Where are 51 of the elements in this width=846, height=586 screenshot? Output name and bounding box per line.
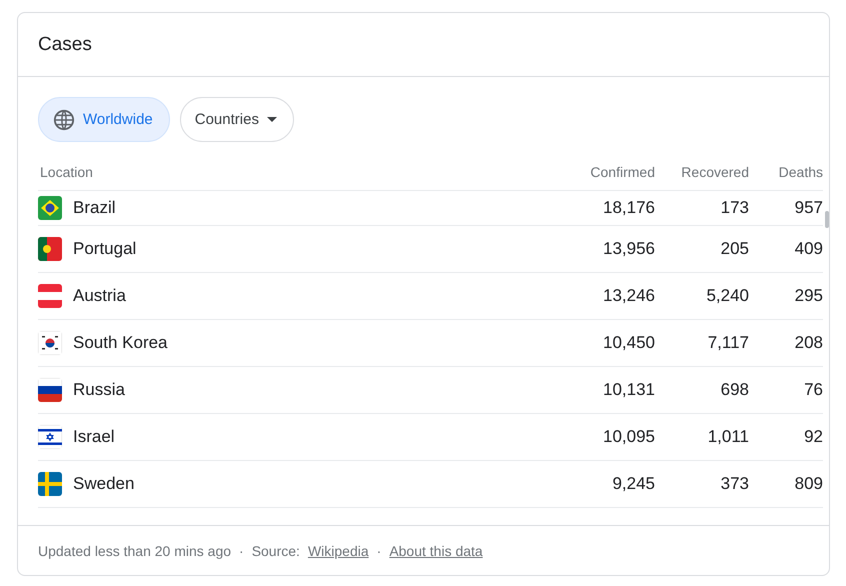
column-header: Confirmed <box>589 164 655 180</box>
caret-icon <box>266 117 277 122</box>
flag-icon <box>38 472 62 496</box>
country-name: South Korea <box>73 333 168 353</box>
column-header: Location <box>39 164 94 180</box>
country-name: Israel <box>73 427 115 447</box>
table-cell-text: 957 <box>794 198 823 218</box>
table-cell-text: 409 <box>794 239 823 259</box>
table-cell-text: 7,117 <box>706 333 749 353</box>
table-cell-text: 10,095 <box>602 427 655 447</box>
table-cell-text: 295 <box>794 286 823 306</box>
column-header: Deaths <box>778 164 823 180</box>
country-name: Russia <box>73 380 125 400</box>
country-name: Portugal <box>73 239 136 259</box>
table-cell-text: 5,240 <box>705 286 749 306</box>
table-cell-text: 205 <box>720 239 749 259</box>
table-cell-text: 13,246 <box>602 286 655 306</box>
table-cell-text: 9,245 <box>611 474 655 494</box>
flag-icon <box>38 237 62 261</box>
table-cell-text: 208 <box>794 333 823 353</box>
globe-icon <box>53 108 75 130</box>
country-name: Sweden <box>73 474 134 494</box>
flag-icon <box>38 425 62 449</box>
country-name: Brazil <box>73 198 116 218</box>
filter-chip[interactable]: Countries <box>180 97 294 142</box>
column-header: Recovered <box>680 164 749 180</box>
flag-icon <box>38 331 62 355</box>
separator-dot: · <box>239 542 244 558</box>
table-cell-text: 76 <box>803 380 823 400</box>
update-time: Updated less than 20 mins ago <box>38 542 232 558</box>
flag-icon <box>38 378 62 402</box>
table-cell-text: 13,956 <box>602 239 655 259</box>
table-cell-text: 10,450 <box>602 333 655 353</box>
separator-dot: · <box>376 542 382 558</box>
source-label: Source: <box>252 542 300 558</box>
card-title: Cases <box>18 13 829 77</box>
flag-icon <box>38 196 62 220</box>
table-cell-text: 809 <box>794 474 823 494</box>
table-cell-text: 18,176 <box>602 198 655 218</box>
table-cell-text: 698 <box>720 380 749 400</box>
filter-chip[interactable]: Worldwide <box>38 97 170 142</box>
country-name: Austria <box>73 286 126 306</box>
flag-icon <box>38 284 62 308</box>
source-link[interactable]: Wikipedia <box>308 542 369 558</box>
table-cell-text: 373 <box>720 474 749 494</box>
about-link[interactable]: About this data <box>389 542 483 558</box>
table-cell-text: 173 <box>720 198 749 218</box>
table-cell-text: 92 <box>803 427 823 447</box>
table-cell-text: 1,011 <box>706 427 749 447</box>
table-cell-text: 10,131 <box>602 380 655 400</box>
scrollbar-thumb[interactable] <box>825 211 829 228</box>
